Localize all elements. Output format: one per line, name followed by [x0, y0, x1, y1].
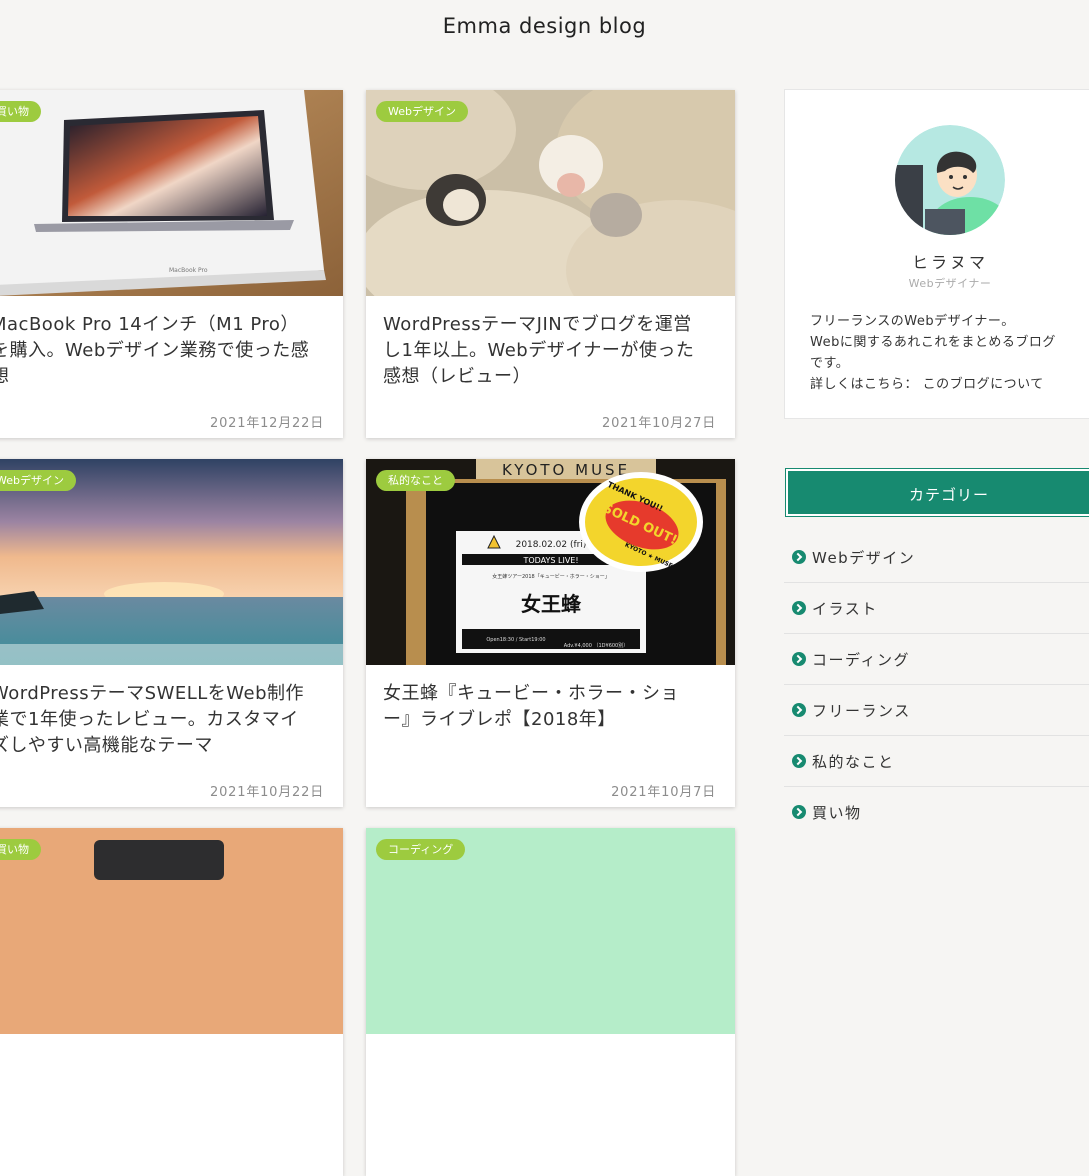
post-date: 2021年10月22日	[210, 785, 324, 800]
post-title[interactable]: 女王蜂『キュービー・ホラー・ショ ー』ライブレポ【2018年】	[383, 681, 718, 733]
post-card[interactable]: Webデザイン WordPressテーマSWELLをWeb制作 業で1年使ったレビ…	[0, 459, 343, 807]
profile-link-prefix: 詳しくはこちら：	[810, 377, 919, 392]
site-title[interactable]: Emma design blog	[0, 14, 1089, 38]
category-badge[interactable]: 買い物	[0, 101, 41, 122]
kyoto-muse-text: KYOTO MUSE	[502, 461, 630, 479]
post-date: 2021年12月22日	[210, 416, 324, 431]
category-item-shopping[interactable]: 買い物	[784, 787, 1089, 837]
tour-text: 女王蜂ツアー2018「キュービー・ホラー・ショー」	[492, 573, 609, 580]
category-item-illustration[interactable]: イラスト	[784, 583, 1089, 634]
chevron-right-circle-icon	[792, 550, 806, 564]
macbook-box-image: MacBook Pro	[0, 90, 343, 296]
profile-role: Webデザイナー	[908, 277, 992, 290]
device-image	[0, 828, 343, 1034]
adv-text: Adv.¥4,000 （1D¥600別）	[564, 642, 629, 649]
category-badge[interactable]: Webデザイン	[376, 101, 468, 122]
chevron-right-circle-icon	[792, 703, 806, 717]
post-card[interactable]: コーディング	[366, 828, 735, 1176]
post-title[interactable]: WordPressテーマJINでブログを運営 し1年以上。Webデザイナーが使った…	[383, 312, 718, 390]
profile-widget: ヒラヌマ Webデザイナー フリーランスのWebデザイナー。 Webに関するあれ…	[784, 89, 1089, 419]
profile-name: ヒラヌマ	[911, 253, 988, 272]
category-list: Webデザイン イラスト コーディング フリーランス 私的なこと 買い物	[784, 532, 1089, 837]
chevron-right-circle-icon	[792, 754, 806, 768]
post-card[interactable]: 買い物	[0, 828, 343, 1176]
box-brand-text: MacBook Pro	[169, 267, 208, 274]
post-date: 2021年10月27日	[602, 416, 716, 431]
open-text: Open18:30 / Start19:00	[486, 637, 545, 643]
category-item-personal[interactable]: 私的なこと	[784, 736, 1089, 787]
post-card[interactable]: KYOTO MUSE 2018.02.02 (fri) TODAYS LIVE!…	[366, 459, 735, 807]
chevron-right-circle-icon	[792, 601, 806, 615]
category-badge[interactable]: 私的なこと	[376, 470, 455, 491]
post-card[interactable]: MacBook Pro 買い物 MacBook Pro 14インチ（M1 Pro…	[0, 90, 343, 438]
category-item-coding[interactable]: コーディング	[784, 634, 1089, 685]
post-card[interactable]: Webデザイン WordPressテーマJINでブログを運営 し1年以上。Webデ…	[366, 90, 735, 438]
category-item-freelance[interactable]: フリーランス	[784, 685, 1089, 736]
category-heading: カテゴリー	[785, 468, 1089, 517]
category-item-web-design[interactable]: Webデザイン	[784, 532, 1089, 583]
chevron-right-circle-icon	[792, 652, 806, 666]
sign-date-text: 2018.02.02 (fri)	[516, 540, 587, 550]
chevron-right-circle-icon	[792, 805, 806, 819]
post-title[interactable]: WordPressテーマSWELLをWeb制作 業で1年使ったレビュー。カスタマイ…	[0, 681, 326, 759]
profile-bio: フリーランスのWebデザイナー。 Webに関するあれこれをまとめるブログ です。…	[810, 314, 1056, 392]
category-badge[interactable]: Webデザイン	[0, 470, 76, 491]
about-blog-link[interactable]: このブログについて	[923, 377, 1044, 392]
todays-text: TODAYS LIVE!	[522, 556, 578, 565]
category-badge[interactable]: コーディング	[376, 839, 466, 860]
band-text: 女王蜂	[521, 592, 582, 616]
post-date: 2021年10月7日	[611, 785, 716, 800]
category-badge[interactable]: 買い物	[0, 839, 41, 860]
post-title[interactable]: MacBook Pro 14インチ（M1 Pro） を購入。Webデザイン業務で使…	[0, 312, 326, 390]
avatar	[895, 125, 1005, 235]
